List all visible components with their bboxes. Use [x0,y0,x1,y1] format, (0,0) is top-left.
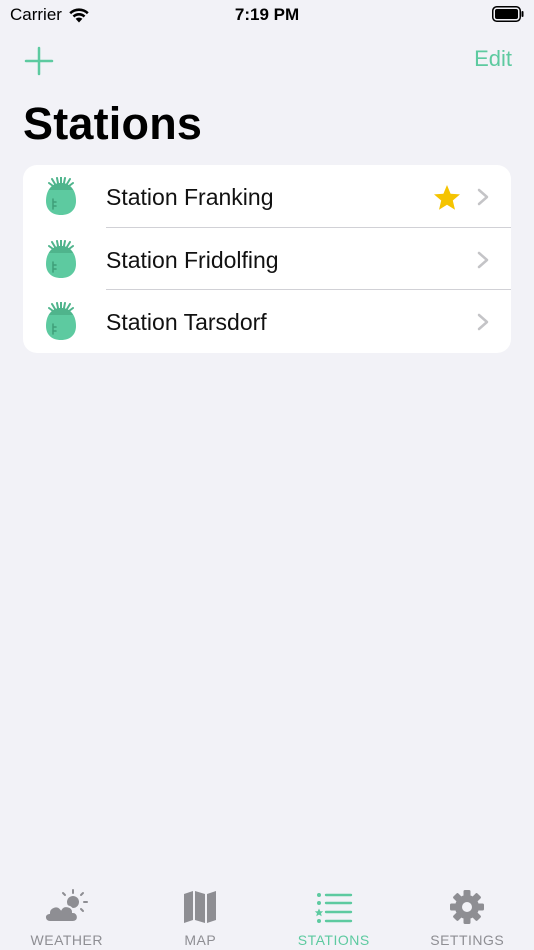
weather-icon [43,889,88,923]
station-sensor-icon [46,302,76,340]
station-name: Station Fridolfing [106,246,279,273]
edit-button[interactable]: Edit [474,46,512,72]
station-row-franking[interactable]: Station Franking [23,165,511,228]
station-name: Station Tarsdorf [106,309,267,335]
station-sensor-icon [46,177,76,215]
tab-weather[interactable]: WEATHER [0,880,134,950]
chevron-right-icon [477,313,489,331]
tab-map[interactable]: MAP [134,880,268,950]
navigation-bar: Edit [0,38,534,82]
chevron-right-icon [477,251,489,268]
tab-label: STATIONS [297,932,370,948]
tab-label: SETTINGS [430,932,505,948]
tab-settings[interactable]: SETTINGS [401,880,534,950]
station-row-fridolfing[interactable]: Station Fridolfing [23,228,511,290]
tab-label: WEATHER [30,932,103,948]
battery-icon [492,6,524,22]
gear-icon [450,890,485,924]
status-bar: Carrier 7:19 PM [0,0,534,30]
tab-stations[interactable]: STATIONS [267,880,401,950]
favorite-star-icon [434,185,460,210]
page-title: Stations [23,98,203,149]
tab-bar: WEATHER MAP STATIONS SETTINGS [0,880,534,950]
station-list: Station Franking Station Fridolfing Stat… [23,165,511,353]
chevron-right-icon [477,188,489,206]
plus-icon[interactable] [22,44,56,78]
list-icon [314,893,352,923]
status-time: 7:19 PM [234,5,300,24]
station-name: Station Franking [106,184,274,210]
map-icon [184,891,217,923]
tab-label: MAP [184,932,217,948]
station-sensor-icon [46,239,76,278]
station-row-tarsdorf[interactable]: Station Tarsdorf [23,290,511,353]
